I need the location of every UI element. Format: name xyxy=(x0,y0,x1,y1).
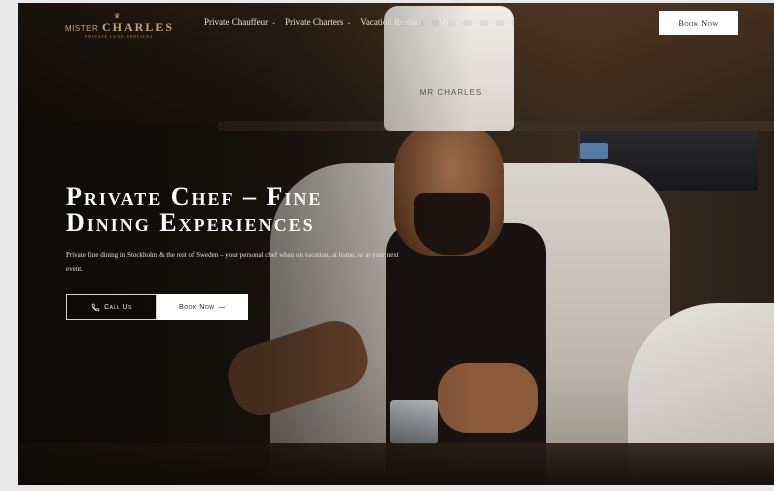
tin-can xyxy=(390,400,438,444)
title-line-1: Private Chef – Fine xyxy=(66,182,323,211)
book-now-nav-button[interactable]: Book Now xyxy=(659,11,738,35)
book-now-hero-button[interactable]: Book Now — xyxy=(157,294,248,320)
top-navigation: ♛ MISTER CHARLES PRIVATE LUXE SERVICES P… xyxy=(18,3,774,45)
chevron-down-icon: ⌄ xyxy=(346,18,352,26)
hero-subtitle: Private fine dining in Stockholm & the r… xyxy=(66,251,399,273)
call-us-button[interactable]: Call Us xyxy=(66,294,157,320)
chevron-down-icon: ⌄ xyxy=(460,18,466,26)
arrow-right-icon: — xyxy=(218,303,226,311)
menu-item-private-charters[interactable]: Private Charters ⌄ xyxy=(285,17,351,27)
page-title: Private Chef – Fine Dining Experiences xyxy=(66,184,426,236)
hero-content: Private Chef – Fine Dining Experiences P… xyxy=(66,184,426,276)
menu-item-private-chauffeur[interactable]: Private Chauffeur ⌄ xyxy=(204,17,276,27)
menu-item-label: Private Charters xyxy=(285,17,344,27)
chef-arm-right xyxy=(438,363,538,433)
logo-mister: MISTER xyxy=(65,24,99,33)
menu-item-label: Private Chauffeur xyxy=(204,17,269,27)
logo-wordmark: MISTER CHARLES xyxy=(65,20,174,35)
hero-actions: Call Us Book Now — xyxy=(66,294,248,320)
chef-hat-text: MR CHARLES xyxy=(419,88,483,97)
chevron-down-icon: ⌄ xyxy=(424,18,430,26)
book-now-label: Book Now xyxy=(179,303,215,311)
menu-item-vacation-rentals[interactable]: Vacation Rentals ⌄ xyxy=(360,17,429,27)
logo-tagline: PRIVATE LUXE SERVICES xyxy=(85,34,154,39)
main-menu: Private Chauffeur ⌄ Private Charters ⌄ V… xyxy=(204,17,475,27)
kitchen-counter xyxy=(18,443,774,485)
chevron-down-icon: ⌄ xyxy=(271,18,277,26)
title-line-2: Dining Experiences xyxy=(66,208,315,237)
menu-item-label: Vacation Rentals xyxy=(360,17,422,27)
site-logo[interactable]: ♛ MISTER CHARLES PRIVATE LUXE SERVICES xyxy=(65,12,175,39)
crown-icon: ♛ xyxy=(114,12,121,20)
menu-item-label: More xyxy=(438,17,458,27)
phone-icon xyxy=(91,303,100,311)
logo-charles: CHARLES xyxy=(101,20,174,34)
hood-light xyxy=(580,143,608,159)
call-us-label: Call Us xyxy=(104,303,132,311)
menu-item-more[interactable]: More ⌄ xyxy=(438,17,466,27)
